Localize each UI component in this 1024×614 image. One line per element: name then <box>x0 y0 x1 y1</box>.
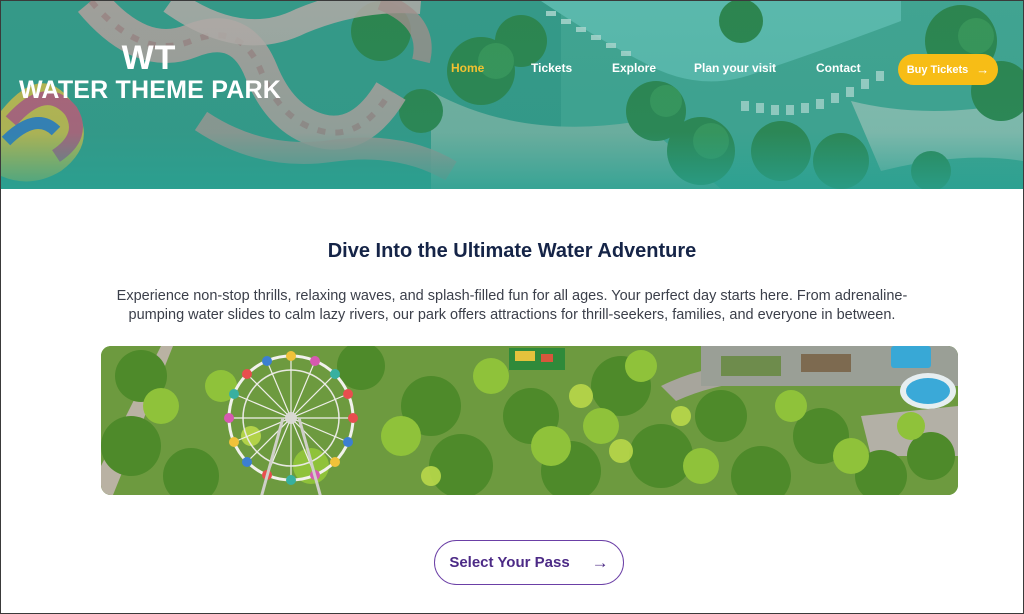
buy-tickets-label: Buy Tickets <box>906 63 969 76</box>
page-headline: Dive Into the Ultimate Water Adventure <box>327 240 697 262</box>
intro-paragraph: Experience non-stop thrills, relaxing wa… <box>116 288 908 323</box>
nav-item-contact[interactable]: Contact <box>816 61 861 75</box>
site-logo[interactable]: WT WATER THEME PARK <box>19 39 281 105</box>
hero-header: WT WATER THEME PARK Home Tickets Explore… <box>1 1 1023 189</box>
logo-mark: WT <box>121 39 177 77</box>
buy-tickets-button[interactable]: Buy Tickets → <box>898 54 998 85</box>
select-pass-button[interactable]: Select Your Pass → <box>434 540 624 585</box>
nav-item-plan-your-visit[interactable]: Plan your visit <box>694 61 776 75</box>
nav-item-home[interactable]: Home <box>451 61 484 75</box>
arrow-right-icon: → <box>591 552 609 572</box>
aerial-park-image <box>101 346 958 495</box>
page-frame: WT WATER THEME PARK Home Tickets Explore… <box>0 0 1024 614</box>
nav-item-tickets[interactable]: Tickets <box>531 61 572 75</box>
park-aerial-photo <box>101 346 958 495</box>
logo-name: WATER THEME PARK <box>19 76 281 104</box>
arrow-right-icon: → <box>976 62 990 77</box>
select-pass-label: Select Your Pass <box>449 554 570 571</box>
nav-item-explore[interactable]: Explore <box>612 61 656 75</box>
